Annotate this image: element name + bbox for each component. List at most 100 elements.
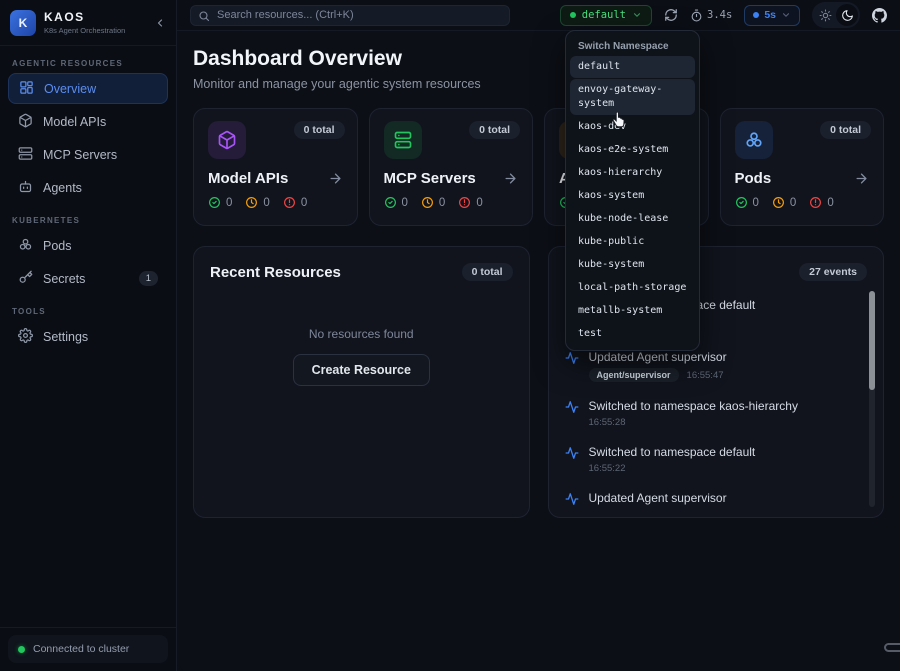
sidebar-item-label: Model APIs: [43, 115, 106, 129]
page-title: Dashboard Overview: [193, 47, 884, 71]
event-text: Switched to namespace default: [589, 445, 756, 459]
sidebar-item-agents[interactable]: Agents: [8, 172, 168, 203]
interval-status-dot-icon: [753, 12, 759, 18]
namespace-option-kube-public[interactable]: kube-public: [570, 231, 695, 253]
key-icon: [18, 270, 33, 288]
sidebar-collapse-icon[interactable]: [154, 17, 166, 29]
stat-card-pods[interactable]: 0 total Pods 0 0 0: [720, 108, 885, 226]
refresh-icon[interactable]: [664, 8, 678, 22]
check-circle-icon: [735, 196, 748, 209]
interval-selector[interactable]: 5s: [744, 5, 800, 26]
total-badge: 0 total: [462, 263, 513, 281]
alert-circle-icon: [809, 196, 822, 209]
namespace-option-kube-node-lease[interactable]: kube-node-lease: [570, 208, 695, 230]
app-window: K KAOS K8s Agent Orchestration AGENTIC R…: [0, 0, 900, 671]
err-count: 0: [476, 197, 482, 209]
event-time: 16:55:47: [687, 370, 724, 381]
activity-event: Switched to namespace default 16:55:22: [565, 445, 846, 474]
namespace-option-envoy-gateway-system[interactable]: envoy-gateway-system: [570, 79, 695, 115]
total-badge: 0 total: [469, 121, 520, 139]
light-mode-button[interactable]: [814, 4, 836, 26]
mouse-cursor-icon: [611, 112, 626, 133]
sidebar-item-secrets[interactable]: Secrets 1: [8, 263, 168, 294]
app-name: KAOS: [44, 10, 125, 24]
ok-count: 0: [753, 197, 759, 209]
search-input[interactable]: [190, 5, 510, 26]
namespace-option-kaos-e2e-system[interactable]: kaos-e2e-system: [570, 139, 695, 161]
sidebar-item-pods[interactable]: Pods: [8, 230, 168, 261]
sidebar-item-label: Agents: [43, 181, 82, 195]
namespace-option-default[interactable]: default: [570, 56, 695, 78]
event-time: 16:55:28: [589, 417, 626, 428]
event-time: 16:55:22: [589, 463, 626, 474]
alert-circle-icon: [283, 196, 296, 209]
github-icon[interactable]: [872, 8, 887, 23]
namespace-selector[interactable]: default: [560, 5, 652, 26]
clock-icon: [772, 196, 785, 209]
alert-circle-icon: [458, 196, 471, 209]
namespace-dropdown: Switch Namespace default envoy-gateway-s…: [565, 30, 700, 351]
sun-icon: [819, 9, 832, 22]
cube-icon: [208, 121, 246, 159]
namespace-option-kaos-hierarchy[interactable]: kaos-hierarchy: [570, 162, 695, 184]
scrollbar-thumb[interactable]: [869, 291, 875, 390]
cluster-status: Connected to cluster: [8, 635, 168, 663]
sidebar-item-settings[interactable]: Settings: [8, 321, 168, 352]
main-content: Dashboard Overview Monitor and manage yo…: [177, 31, 900, 671]
sidebar-item-model-apis[interactable]: Model APIs: [8, 106, 168, 137]
namespace-option-kube-system[interactable]: kube-system: [570, 254, 695, 276]
app-title-block: KAOS K8s Agent Orchestration: [44, 10, 125, 35]
app-logo: K: [10, 10, 36, 36]
moon-icon: [841, 9, 854, 22]
stat-card-model-apis[interactable]: 0 total Model APIs 0 0 0: [193, 108, 358, 226]
cluster-status-label: Connected to cluster: [33, 643, 129, 655]
namespace-option-kaos-dev[interactable]: kaos-dev: [570, 116, 695, 138]
sidebar-item-overview[interactable]: Overview: [8, 73, 168, 104]
pods-icon: [18, 237, 33, 255]
stat-cards-row: 0 total Model APIs 0 0 0 0 total: [193, 108, 884, 226]
arrow-right-icon[interactable]: [328, 171, 343, 186]
stat-card-mcp-servers[interactable]: 0 total MCP Servers 0 0 0: [369, 108, 534, 226]
event-text: Updated Agent supervisor: [589, 491, 727, 505]
app-subtitle: K8s Agent Orchestration: [44, 26, 125, 35]
arrow-right-icon[interactable]: [854, 171, 869, 186]
check-circle-icon: [208, 196, 221, 209]
warn-count: 0: [790, 197, 796, 209]
namespace-option-kaos-system[interactable]: kaos-system: [570, 185, 695, 207]
sidebar-footer: Connected to cluster: [0, 627, 176, 671]
server-icon: [18, 146, 33, 164]
chevron-down-icon: [632, 10, 642, 20]
arrow-right-icon[interactable]: [503, 171, 518, 186]
ok-count: 0: [226, 197, 232, 209]
horizontal-scrollbar-thumb[interactable]: [884, 643, 900, 652]
namespace-option-test[interactable]: test: [570, 323, 695, 345]
clock-icon: [245, 196, 258, 209]
activity-scrollbar[interactable]: [869, 291, 875, 507]
warn-count: 0: [263, 197, 269, 209]
sidebar-item-mcp-servers[interactable]: MCP Servers: [8, 139, 168, 170]
dashboard-icon: [19, 80, 34, 98]
activity-pulse-icon: [565, 446, 579, 474]
total-badge: 0 total: [294, 121, 345, 139]
event-resource-tag: Agent/supervisor: [589, 368, 679, 382]
bot-icon: [18, 179, 33, 197]
stopwatch-icon: [690, 9, 703, 22]
page-subtitle: Monitor and manage your agentic system r…: [193, 77, 884, 91]
sidebar-section-kubernetes: KUBERNETES: [12, 216, 164, 225]
pods-icon: [735, 121, 773, 159]
secrets-count-badge: 1: [139, 271, 158, 286]
namespace-option-metallb-system[interactable]: metallb-system: [570, 300, 695, 322]
empty-state: No resources found Create Resource: [210, 327, 513, 386]
dark-mode-button[interactable]: [836, 4, 858, 26]
dropdown-title: Switch Namespace: [570, 35, 695, 56]
server-icon: [384, 121, 422, 159]
activity-pulse-icon: [565, 400, 579, 428]
create-resource-button[interactable]: Create Resource: [293, 354, 430, 386]
search-box: [190, 5, 510, 26]
activity-event: Updated Agent supervisor Agent/superviso…: [565, 350, 846, 382]
activity-pulse-icon: [565, 351, 579, 382]
namespace-option-local-path-storage[interactable]: local-path-storage: [570, 277, 695, 299]
sidebar-section-tools: TOOLS: [12, 307, 164, 316]
activity-pulse-icon: [565, 492, 579, 511]
panel-title: Recent Resources: [210, 264, 341, 281]
